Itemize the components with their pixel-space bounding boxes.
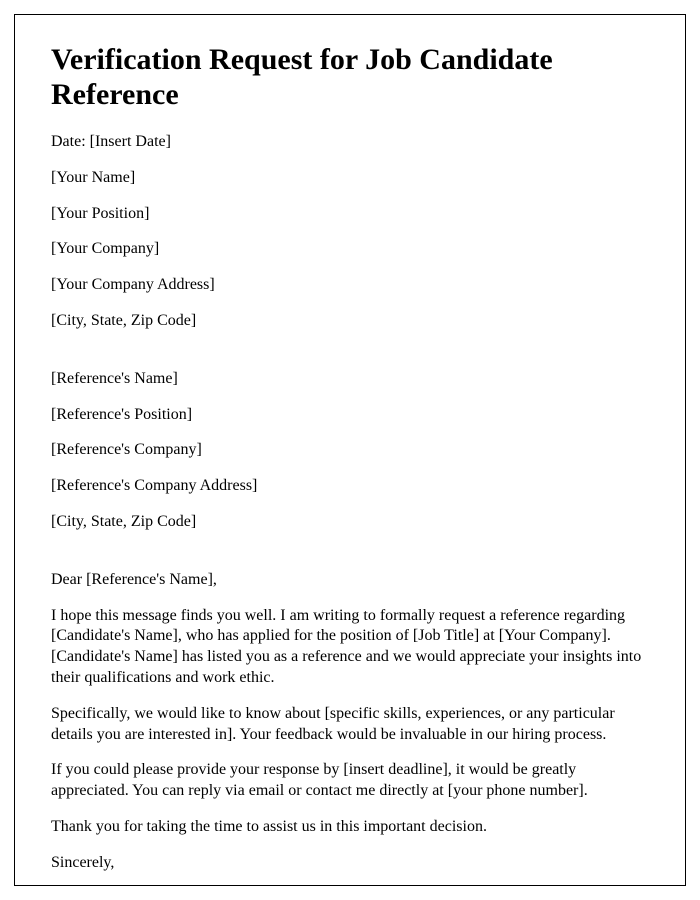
document-page: Verification Request for Job Candidate R… <box>14 14 686 886</box>
sender-address: [Your Company Address] <box>51 275 649 296</box>
recipient-company: [Reference's Company] <box>51 440 649 461</box>
section-spacer <box>51 347 649 369</box>
section-spacer <box>51 548 649 570</box>
recipient-city-state-zip: [City, State, Zip Code] <box>51 512 649 533</box>
sender-city-state-zip: [City, State, Zip Code] <box>51 311 649 332</box>
paragraph-3: If you could please provide your respons… <box>51 760 649 802</box>
recipient-position: [Reference's Position] <box>51 405 649 426</box>
paragraph-4: Thank you for taking the time to assist … <box>51 817 649 838</box>
recipient-address: [Reference's Company Address] <box>51 476 649 497</box>
recipient-name: [Reference's Name] <box>51 369 649 390</box>
sender-name: [Your Name] <box>51 168 649 189</box>
paragraph-1: I hope this message finds you well. I am… <box>51 606 649 689</box>
salutation: Dear [Reference's Name], <box>51 570 649 591</box>
paragraph-2: Specifically, we would like to know abou… <box>51 704 649 746</box>
closing: Sincerely, <box>51 853 649 874</box>
document-title: Verification Request for Job Candidate R… <box>51 43 649 112</box>
sender-position: [Your Position] <box>51 204 649 225</box>
sender-company: [Your Company] <box>51 239 649 260</box>
date-line: Date: [Insert Date] <box>51 132 649 153</box>
